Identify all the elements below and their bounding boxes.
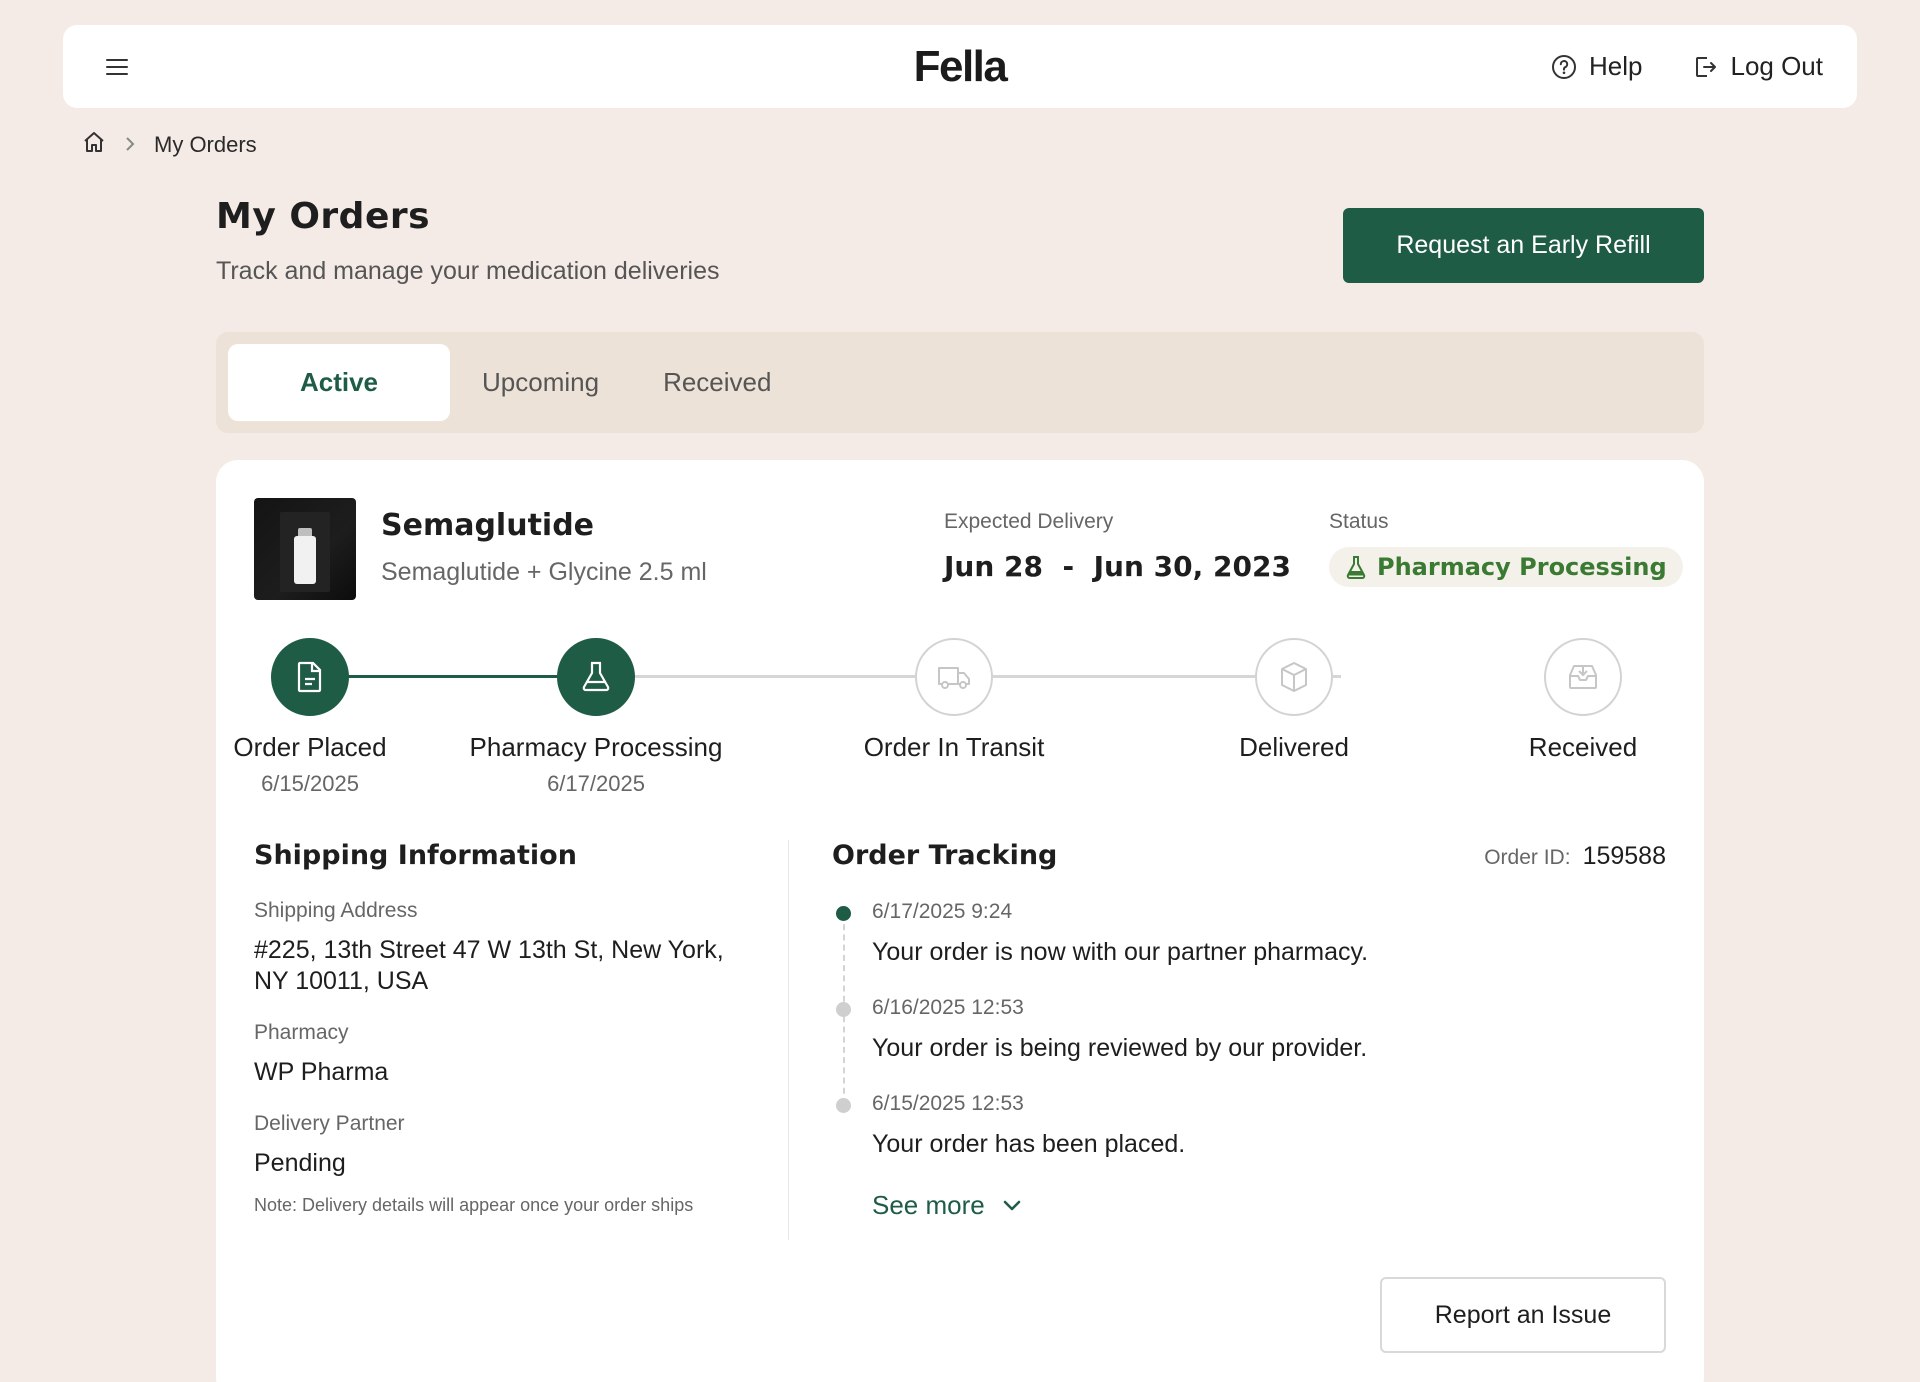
help-link[interactable]: Help xyxy=(1551,51,1642,82)
expected-delivery-value: Jun 28 - Jun 30, 2023 xyxy=(944,550,1291,583)
timeline-dot xyxy=(836,1098,851,1113)
step-name: Pharmacy Processing xyxy=(469,732,723,762)
package-icon xyxy=(1277,660,1311,694)
top-navigation-bar: Fella Help Log Out xyxy=(63,25,1857,108)
hamburger-menu-icon[interactable] xyxy=(97,47,137,87)
order-tracking: Order Tracking Order ID: 159588 6/17/202… xyxy=(832,840,1666,1220)
status-value: Pharmacy Processing xyxy=(1377,553,1667,581)
order-card: Semaglutide Semaglutide + Glycine 2.5 ml… xyxy=(216,460,1704,1382)
order-id-label: Order ID: xyxy=(1484,846,1571,869)
product-image xyxy=(254,498,356,600)
status-badge: Pharmacy Processing xyxy=(1329,547,1683,587)
status-label: Status xyxy=(1329,510,1389,533)
step-name: Delivered xyxy=(1239,732,1349,762)
breadcrumb-current: My Orders xyxy=(154,132,257,157)
logout-link[interactable]: Log Out xyxy=(1692,51,1823,82)
report-issue-button[interactable]: Report an Issue xyxy=(1380,1277,1666,1353)
tab-received[interactable]: Received xyxy=(631,344,803,421)
order-tabs: Active Upcoming Received xyxy=(216,332,1704,433)
logout-label: Log Out xyxy=(1730,51,1823,81)
pharmacy-label: Pharmacy xyxy=(254,1021,349,1044)
delivery-partner-value: Pending xyxy=(254,1149,346,1177)
order-id-value: 159588 xyxy=(1582,842,1666,870)
step-name: Received xyxy=(1528,732,1638,762)
delivery-note: Note: Delivery details will appear once … xyxy=(254,1195,694,1215)
step-date: 6/17/2025 xyxy=(547,771,645,796)
shipping-address-line1: #225, 13th Street 47 W 13th St, New York… xyxy=(254,936,724,964)
breadcrumb: My Orders xyxy=(82,130,257,160)
fella-logo[interactable]: Fella xyxy=(914,42,1008,92)
step-order-placed: Order Placed 6/15/2025 xyxy=(150,638,470,797)
step-pharmacy-processing: Pharmacy Processing 6/17/2025 xyxy=(436,638,756,797)
expected-delivery-label: Expected Delivery xyxy=(944,510,1114,533)
truck-icon xyxy=(936,662,972,692)
see-more-button[interactable]: See more xyxy=(872,1190,1021,1221)
event-message: Your order is being reviewed by our prov… xyxy=(872,1034,1368,1062)
step-name: Order Placed xyxy=(233,732,387,762)
tab-upcoming[interactable]: Upcoming xyxy=(450,344,631,421)
flask-icon xyxy=(579,660,613,694)
event-time: 6/17/2025 9:24 xyxy=(872,900,1013,923)
event-time: 6/15/2025 12:53 xyxy=(872,1092,1024,1115)
help-label: Help xyxy=(1589,51,1643,81)
logout-icon xyxy=(1692,54,1718,80)
timeline-dot xyxy=(836,1002,851,1017)
pharmacy-value: WP Pharma xyxy=(254,1058,389,1086)
inbox-icon xyxy=(1566,661,1600,693)
help-circle-icon xyxy=(1551,54,1577,80)
home-icon[interactable] xyxy=(82,130,106,160)
request-early-refill-button[interactable]: Request an Early Refill xyxy=(1343,208,1704,283)
step-received: Received xyxy=(1423,638,1743,771)
event-message: Your order is now with our partner pharm… xyxy=(872,938,1369,966)
step-date: 6/15/2025 xyxy=(261,771,359,796)
shipping-title: Shipping Information xyxy=(254,840,577,871)
product-name: Semaglutide xyxy=(381,508,595,543)
timeline-dot-current xyxy=(836,906,851,921)
chevron-right-icon xyxy=(124,132,136,158)
delivery-partner-label: Delivery Partner xyxy=(254,1112,405,1135)
tab-active[interactable]: Active xyxy=(228,344,450,421)
product-description: Semaglutide + Glycine 2.5 ml xyxy=(381,558,707,586)
page-heading: My Orders Track and manage your medicati… xyxy=(216,196,720,286)
top-actions: Help Log Out xyxy=(1551,51,1823,82)
document-icon xyxy=(295,660,325,694)
flask-icon xyxy=(1345,555,1367,579)
event-message: Your order has been placed. xyxy=(872,1130,1186,1158)
section-divider xyxy=(788,840,789,1240)
shipping-information: Shipping Information Shipping Address #2… xyxy=(254,840,754,1216)
page-title: My Orders xyxy=(216,196,431,237)
step-delivered: Delivered xyxy=(1134,638,1454,771)
step-order-in-transit: Order In Transit xyxy=(794,638,1114,771)
see-more-label: See more xyxy=(872,1190,985,1220)
order-progress-tracker: Order Placed 6/15/2025 Pharmacy Processi… xyxy=(216,638,1704,798)
event-time: 6/16/2025 12:53 xyxy=(872,996,1024,1019)
order-id: Order ID: 159588 xyxy=(1484,842,1666,871)
shipping-address-label: Shipping Address xyxy=(254,899,418,922)
shipping-address-line2: NY 10011, USA xyxy=(254,967,429,995)
page-subtitle: Track and manage your medication deliver… xyxy=(216,257,720,285)
chevron-down-icon xyxy=(1003,1200,1021,1212)
step-name: Order In Transit xyxy=(863,732,1045,762)
